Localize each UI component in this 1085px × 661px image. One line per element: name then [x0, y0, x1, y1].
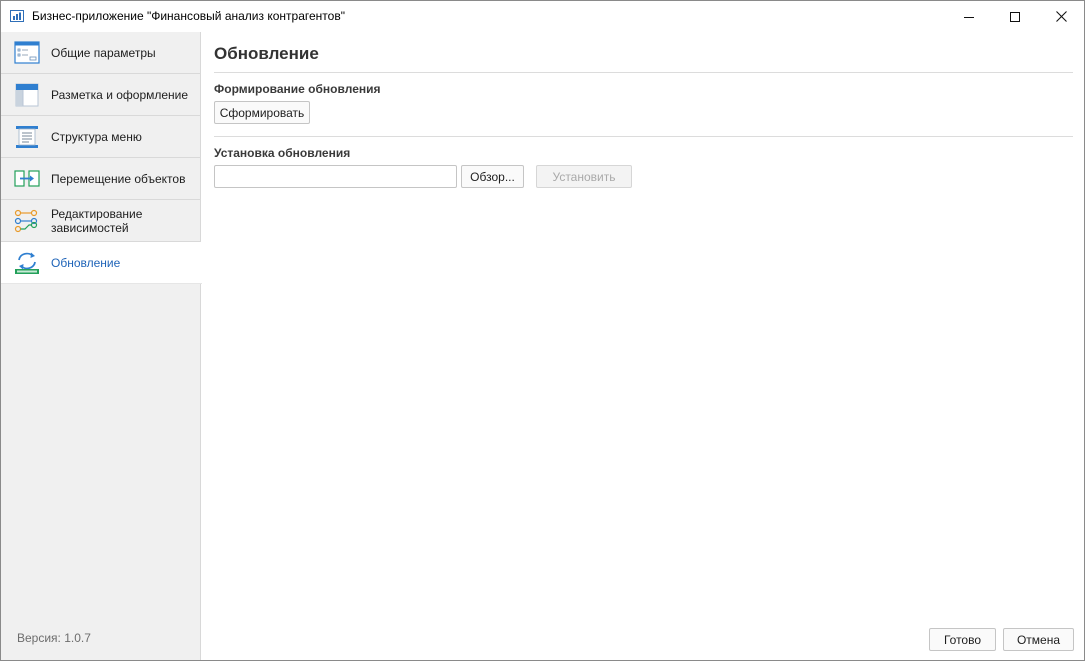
- minimize-button[interactable]: [946, 1, 992, 32]
- sidebar-item-layout[interactable]: Разметка и оформление: [1, 74, 201, 116]
- close-icon: [1055, 11, 1067, 22]
- close-button[interactable]: [1038, 1, 1084, 32]
- app-window: Бизнес-приложение "Финансовый анализ кон…: [0, 0, 1085, 661]
- ok-button[interactable]: Готово: [929, 628, 996, 651]
- menu-structure-icon: [16, 126, 38, 148]
- layout-icon: [15, 83, 39, 107]
- cancel-button[interactable]: Отмена: [1003, 628, 1074, 651]
- build-section-title: Формирование обновления: [214, 82, 381, 96]
- sidebar-item-label: Общие параметры: [51, 45, 156, 60]
- sidebar-item-general[interactable]: Общие параметры: [1, 32, 201, 74]
- page-title: Обновление: [214, 44, 319, 63]
- window-title: Бизнес-приложение "Финансовый анализ кон…: [32, 9, 345, 23]
- maximize-icon: [1010, 11, 1020, 22]
- sidebar-item-label: Разметка и оформление: [51, 87, 189, 102]
- sidebar-item-label: Редактирование зависимостей: [51, 206, 143, 235]
- sidebar-item-label: Обновление: [51, 255, 121, 270]
- version-label: Версия: 1.0.7: [17, 631, 91, 645]
- sidebar-item-move-objects[interactable]: Перемещение объектов: [1, 158, 201, 200]
- sidebar-item-menu-structure[interactable]: Структура меню: [1, 116, 201, 158]
- main-panel: Обновление Формирование обновления Сформ…: [202, 32, 1084, 660]
- sidebar-item-dependencies[interactable]: Редактирование зависимостей: [1, 200, 201, 242]
- divider: [214, 136, 1073, 137]
- build-update-button[interactable]: Сформировать: [214, 101, 310, 124]
- move-objects-icon: [14, 170, 40, 187]
- update-icon: [15, 252, 39, 274]
- divider: [214, 72, 1073, 73]
- install-section-title: Установка обновления: [214, 146, 351, 160]
- app-chart-icon: [10, 10, 24, 22]
- browse-button[interactable]: Обзор...: [461, 165, 524, 188]
- update-file-path-input[interactable]: [214, 165, 457, 188]
- general-settings-icon: [14, 41, 40, 64]
- sidebar-item-label: Структура меню: [51, 129, 142, 144]
- title-bar[interactable]: Бизнес-приложение "Финансовый анализ кон…: [1, 1, 1084, 32]
- install-button[interactable]: Установить: [536, 165, 632, 188]
- sidebar-item-label: Перемещение объектов: [51, 171, 186, 186]
- minimize-icon: [964, 16, 974, 18]
- dependencies-icon: [14, 209, 38, 233]
- sidebar: Общие параметры Разметка и оформление Ст…: [1, 32, 202, 660]
- maximize-button[interactable]: [992, 1, 1038, 32]
- sidebar-item-update[interactable]: Обновление: [1, 242, 202, 284]
